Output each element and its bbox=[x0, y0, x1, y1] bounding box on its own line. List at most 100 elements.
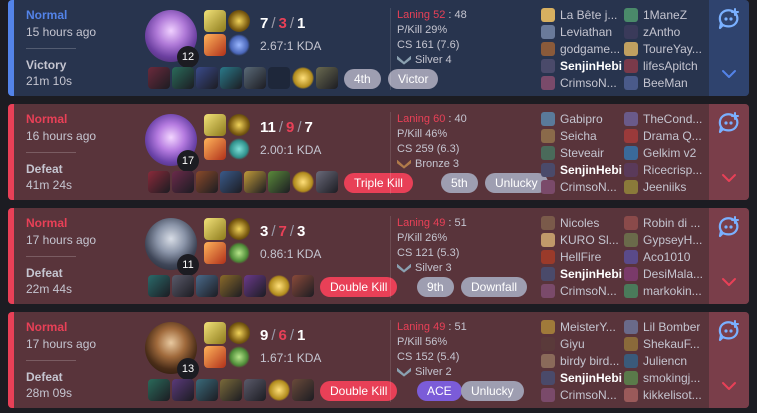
item-icon[interactable] bbox=[148, 275, 170, 297]
participant-name[interactable]: SenjinHebi bbox=[560, 163, 622, 177]
keystone-rune-icon[interactable] bbox=[228, 322, 250, 344]
participant-row[interactable]: godgame... bbox=[541, 40, 627, 57]
participant-row[interactable]: Gelkim v2 bbox=[624, 144, 710, 161]
item-icon[interactable] bbox=[244, 67, 266, 89]
summoner-spell-flash-icon[interactable] bbox=[204, 114, 226, 136]
secondary-rune-icon[interactable] bbox=[228, 242, 250, 264]
participant-name[interactable]: zAntho bbox=[643, 25, 680, 39]
summoner-spell-flash-icon[interactable] bbox=[204, 218, 226, 240]
item-icon[interactable] bbox=[292, 379, 314, 401]
summoner-spell-ignite-icon[interactable] bbox=[204, 34, 226, 56]
participant-row[interactable]: GypseyH... bbox=[624, 231, 710, 248]
secondary-rune-icon[interactable] bbox=[228, 346, 250, 368]
participant-row[interactable]: SenjinHebi bbox=[541, 57, 627, 74]
item-icon[interactable] bbox=[172, 379, 194, 401]
participant-name[interactable]: Jeeniiks bbox=[643, 180, 686, 194]
participant-row[interactable]: Lil Bomber bbox=[624, 318, 710, 335]
match-card[interactable]: Normal 17 hours ago Defeat 28m 09s 13 9/6/1 1.… bbox=[8, 312, 749, 408]
summoner-spell-ignite-icon[interactable] bbox=[204, 138, 226, 160]
participant-row[interactable]: Leviathan bbox=[541, 23, 627, 40]
participant-row[interactable]: ToureYay... bbox=[624, 40, 710, 57]
item-icon[interactable] bbox=[148, 67, 170, 89]
participant-row[interactable]: CrimsoN... bbox=[541, 386, 627, 403]
chevron-down-icon[interactable] bbox=[721, 274, 737, 286]
trinket-ward-icon[interactable] bbox=[268, 379, 290, 401]
trinket-ward-icon[interactable] bbox=[292, 171, 314, 193]
participant-name[interactable]: BeeMan bbox=[643, 76, 688, 90]
item-icon[interactable] bbox=[268, 171, 290, 193]
participant-row[interactable]: Nicoles bbox=[541, 214, 627, 231]
participant-name[interactable]: smokingj... bbox=[643, 371, 700, 385]
keystone-rune-icon[interactable] bbox=[228, 10, 250, 32]
participant-row[interactable]: Steveair bbox=[541, 144, 627, 161]
participant-name[interactable]: CrimsoN... bbox=[560, 284, 617, 298]
secondary-rune-icon[interactable] bbox=[228, 34, 250, 56]
add-action-icon[interactable] bbox=[717, 320, 741, 342]
item-icon[interactable] bbox=[196, 171, 218, 193]
participant-row[interactable]: SenjinHebi bbox=[541, 161, 627, 178]
keystone-rune-icon[interactable] bbox=[228, 218, 250, 240]
add-action-icon[interactable] bbox=[717, 216, 741, 238]
item-icon[interactable] bbox=[244, 275, 266, 297]
participant-name[interactable]: CrimsoN... bbox=[560, 180, 617, 194]
item-icon[interactable] bbox=[220, 67, 242, 89]
participant-row[interactable]: TheCond... bbox=[624, 110, 710, 127]
participant-name[interactable]: Nicoles bbox=[560, 216, 599, 230]
participant-row[interactable]: CrimsoN... bbox=[541, 74, 627, 91]
participant-name[interactable]: KURO Sl... bbox=[560, 233, 619, 247]
item-icon[interactable] bbox=[220, 171, 242, 193]
participant-row[interactable]: Juliencn bbox=[624, 352, 710, 369]
participant-row[interactable]: Drama Q... bbox=[624, 127, 710, 144]
participant-name[interactable]: Aco1010 bbox=[643, 250, 690, 264]
item-icon[interactable] bbox=[220, 379, 242, 401]
item-icon[interactable] bbox=[196, 67, 218, 89]
item-icon[interactable] bbox=[172, 67, 194, 89]
item-icon[interactable] bbox=[172, 171, 194, 193]
participant-name[interactable]: Leviathan bbox=[560, 25, 612, 39]
participant-row[interactable]: smokingj... bbox=[624, 369, 710, 386]
participant-row[interactable]: Giyu bbox=[541, 335, 627, 352]
summoner-spell-ignite-icon[interactable] bbox=[204, 346, 226, 368]
participant-name[interactable]: Gelkim v2 bbox=[643, 146, 696, 160]
participant-row[interactable]: MeisterY... bbox=[541, 318, 627, 335]
item-icon[interactable] bbox=[316, 67, 338, 89]
item-icon[interactable] bbox=[148, 171, 170, 193]
participant-name[interactable]: Giyu bbox=[560, 337, 585, 351]
participant-row[interactable]: Robin di ... bbox=[624, 214, 710, 231]
participant-row[interactable]: La Bête j... bbox=[541, 6, 627, 23]
participant-name[interactable]: Drama Q... bbox=[643, 129, 702, 143]
participant-name[interactable]: MeisterY... bbox=[560, 320, 616, 334]
participant-name[interactable]: 1ManeZ bbox=[643, 8, 687, 22]
summoner-spell-flash-icon[interactable] bbox=[204, 10, 226, 32]
secondary-rune-icon[interactable] bbox=[228, 138, 250, 160]
participant-name[interactable]: lifesApitch bbox=[643, 59, 698, 73]
participant-row[interactable]: CrimsoN... bbox=[541, 178, 627, 195]
trinket-ward-icon[interactable] bbox=[268, 275, 290, 297]
keystone-rune-icon[interactable] bbox=[228, 114, 250, 136]
participant-name[interactable]: HellFire bbox=[560, 250, 601, 264]
add-action-icon[interactable] bbox=[717, 112, 741, 134]
match-card[interactable]: Normal 17 hours ago Defeat 22m 44s 11 3/7/3 0.… bbox=[8, 208, 749, 304]
item-icon[interactable] bbox=[292, 275, 314, 297]
item-icon[interactable] bbox=[244, 379, 266, 401]
participant-name[interactable]: godgame... bbox=[560, 42, 620, 56]
chevron-down-icon[interactable] bbox=[721, 66, 737, 78]
summoner-spell-flash-icon[interactable] bbox=[204, 322, 226, 344]
participant-row[interactable]: CrimsoN... bbox=[541, 282, 627, 299]
chevron-down-icon[interactable] bbox=[721, 170, 737, 182]
item-icon[interactable] bbox=[220, 275, 242, 297]
trinket-ward-icon[interactable] bbox=[292, 67, 314, 89]
participant-row[interactable]: KURO Sl... bbox=[541, 231, 627, 248]
participant-name[interactable]: Steveair bbox=[560, 146, 604, 160]
participant-row[interactable]: 1ManeZ bbox=[624, 6, 710, 23]
participant-name[interactable]: SenjinHebi bbox=[560, 371, 622, 385]
item-icon[interactable] bbox=[244, 171, 266, 193]
item-icon[interactable] bbox=[316, 171, 338, 193]
participant-name[interactable]: Ricecrisp... bbox=[643, 163, 702, 177]
participant-row[interactable]: HellFire bbox=[541, 248, 627, 265]
item-icon[interactable] bbox=[196, 275, 218, 297]
match-card[interactable]: Normal 15 hours ago Victory 21m 10s 12 7/3/1 2… bbox=[8, 0, 749, 96]
item-icon[interactable] bbox=[172, 275, 194, 297]
participant-name[interactable]: Lil Bomber bbox=[643, 320, 700, 334]
participant-row[interactable]: Gabipro bbox=[541, 110, 627, 127]
